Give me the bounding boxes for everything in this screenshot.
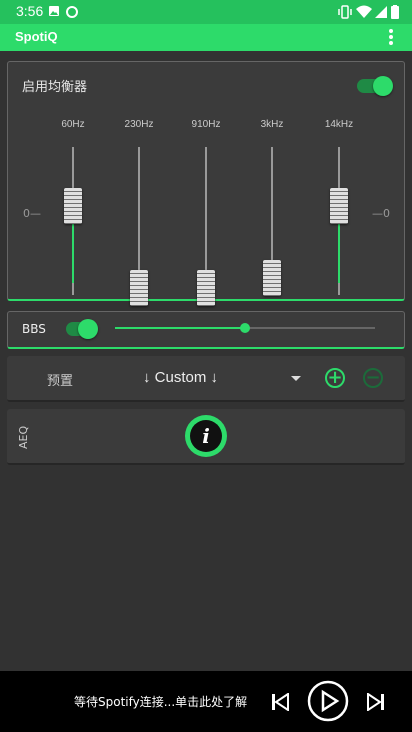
bbs-label: BBS <box>22 322 46 336</box>
enable-equalizer-label: 启用均衡器 <box>22 80 88 95</box>
preset-label: 预置 <box>47 374 74 389</box>
info-icon: i <box>190 420 222 452</box>
band-label: 14kHz <box>324 119 354 130</box>
photo-notification-icon <box>49 6 59 16</box>
zero-label-right: —0 <box>372 207 390 220</box>
band-slider-thumb[interactable] <box>263 259 281 296</box>
bbs-panel: BBS <box>7 311 405 349</box>
equalizer-panel: 启用均衡器 0— —0 60Hz 230Hz 910Hz 3kHz 14kHz <box>7 61 405 306</box>
band-label: 910Hz <box>191 119 221 130</box>
status-bar: 3:56 <box>0 0 412 24</box>
aeq-label: AEQ <box>17 425 30 449</box>
status-time: 3:56 <box>16 3 44 19</box>
battery-icon <box>391 5 399 19</box>
equalizer-toggle[interactable] <box>357 76 393 96</box>
band-label: 60Hz <box>61 119 85 130</box>
band-slider-thumb[interactable] <box>130 269 148 306</box>
info-button[interactable]: i <box>185 415 227 457</box>
band-label: 230Hz <box>124 119 154 130</box>
bbs-slider-fill <box>115 327 245 329</box>
plus-circle-icon[interactable]: + <box>325 368 345 388</box>
skip-previous-icon[interactable] <box>271 693 289 711</box>
minus-circle-icon[interactable]: − <box>363 368 383 388</box>
preset-panel: 预置 ↓ Custom ↓ + − <box>7 356 405 402</box>
vibrate-icon <box>338 5 352 19</box>
bbs-slider-thumb[interactable] <box>240 323 250 333</box>
app-title: SpotiQ <box>15 29 58 44</box>
sync-notification-icon <box>66 6 78 18</box>
band-slider-thumb[interactable] <box>64 187 82 224</box>
signal-icon <box>375 6 387 18</box>
player-bar: 等待Spotify连接...单击此处了解 <box>0 671 412 732</box>
wifi-icon <box>356 5 372 18</box>
app-bar: SpotiQ <box>0 24 412 51</box>
zero-label-left: 0— <box>23 207 41 220</box>
play-icon[interactable] <box>307 680 349 722</box>
overflow-menu-icon[interactable] <box>386 29 396 47</box>
skip-next-icon[interactable] <box>367 693 385 711</box>
preset-dropdown-value[interactable]: ↓ Custom ↓ <box>143 369 218 386</box>
bbs-toggle[interactable] <box>66 319 98 339</box>
band-slider-thumb[interactable] <box>197 269 215 306</box>
connection-message[interactable]: 等待Spotify连接...单击此处了解 <box>74 693 247 710</box>
band-label: 3kHz <box>260 119 284 130</box>
aeq-panel: AEQ i <box>7 409 405 465</box>
chevron-down-icon[interactable] <box>291 376 301 381</box>
band-slider-thumb[interactable] <box>330 187 348 224</box>
